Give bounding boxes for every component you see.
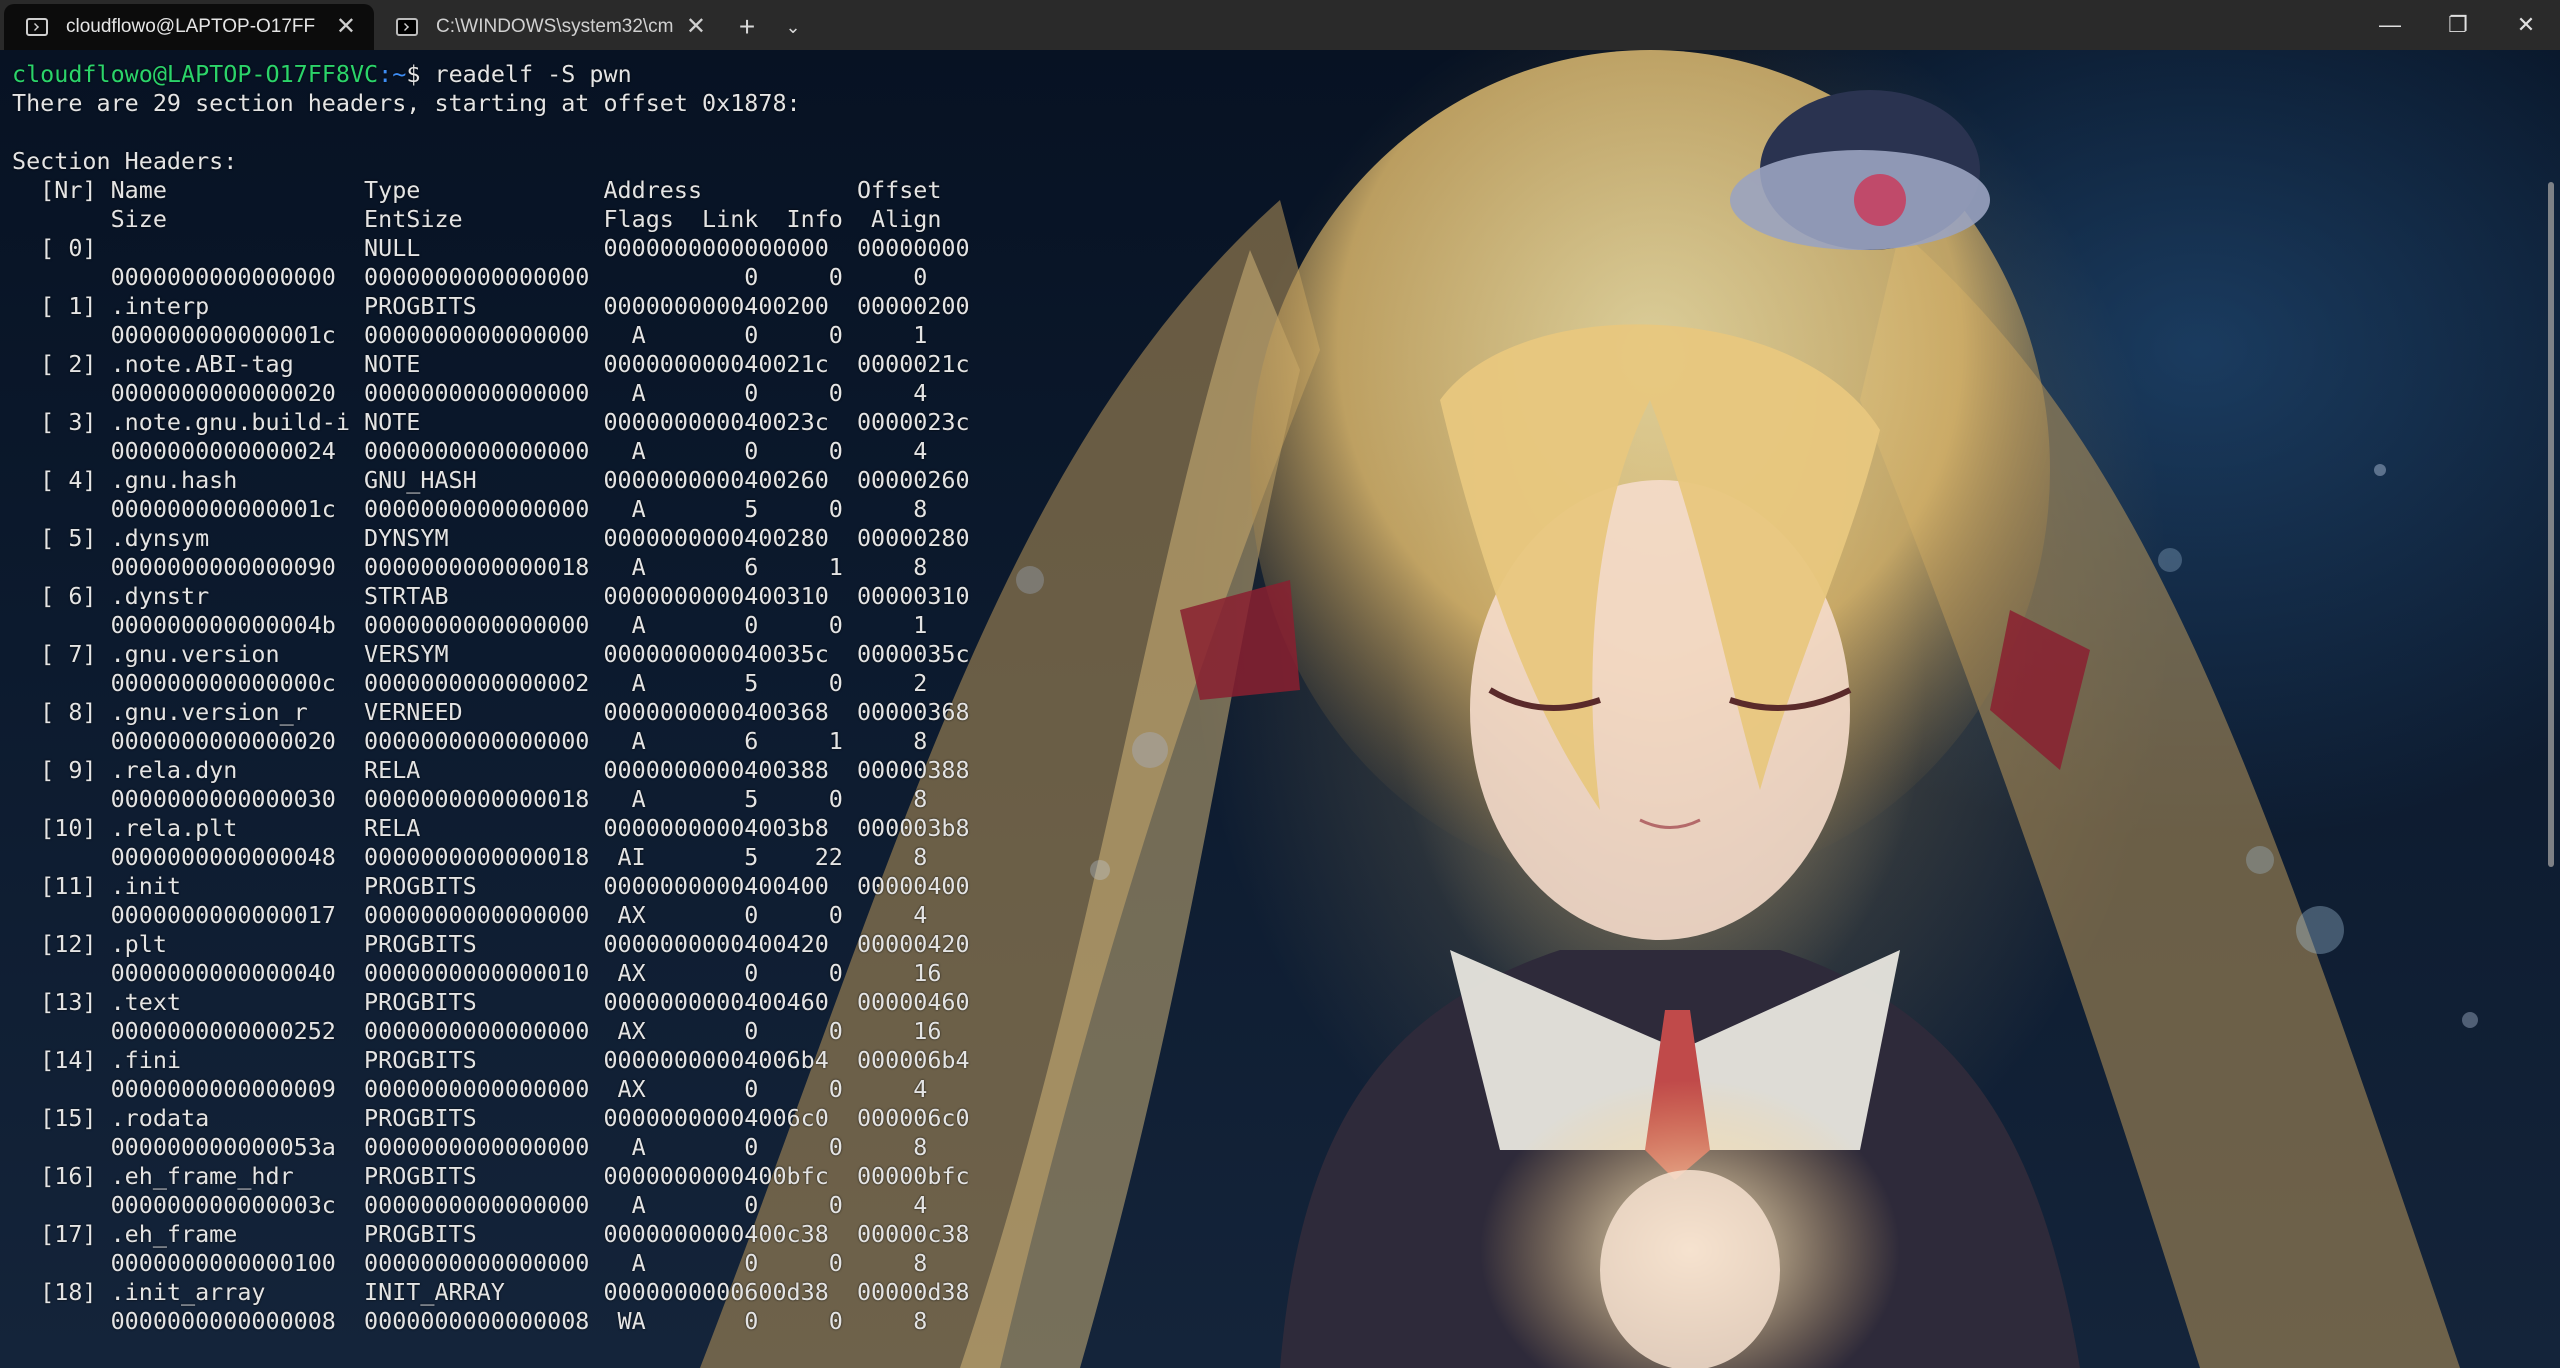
output-line: [ 8] .gnu.version_r VERNEED 000000000040… bbox=[12, 698, 970, 726]
output-line: Section Headers: bbox=[12, 147, 238, 175]
output-line: [ 2] .note.ABI-tag NOTE 000000000040021c… bbox=[12, 350, 970, 378]
output-line: 0000000000000017 0000000000000000 AX 0 0… bbox=[12, 901, 928, 929]
output-line: [18] .init_array INIT_ARRAY 000000000060… bbox=[12, 1278, 970, 1306]
cmd-icon bbox=[396, 18, 418, 36]
terminal-pane[interactable]: cloudflowo@LAPTOP-O17FF8VC:~$ readelf -S… bbox=[0, 50, 2560, 1368]
prompt-path: :~ bbox=[378, 60, 407, 88]
output-line: [12] .plt PROGBITS 0000000000400420 0000… bbox=[12, 930, 970, 958]
output-line: 0000000000000252 0000000000000000 AX 0 0… bbox=[12, 1017, 942, 1045]
output-line: 000000000000001c 0000000000000000 A 0 0 … bbox=[12, 321, 928, 349]
output-line: [ 9] .rela.dyn RELA 0000000000400388 000… bbox=[12, 756, 970, 784]
prompt-user: cloudflowo@LAPTOP-O17FF8VC bbox=[12, 60, 379, 88]
output-line: [ 4] .gnu.hash GNU_HASH 0000000000400260… bbox=[12, 466, 970, 494]
output-line: 0000000000000009 0000000000000000 AX 0 0… bbox=[12, 1075, 928, 1103]
output-line: 0000000000000008 0000000000000008 WA 0 0… bbox=[12, 1307, 928, 1335]
output-line: 0000000000000048 0000000000000018 AI 5 2… bbox=[12, 843, 928, 871]
terminal-output: cloudflowo@LAPTOP-O17FF8VC:~$ readelf -S… bbox=[12, 60, 970, 1336]
close-icon[interactable]: ✕ bbox=[336, 15, 356, 39]
window-close-button[interactable]: ✕ bbox=[2492, 0, 2560, 50]
output-line: 000000000000053a 0000000000000000 A 0 0 … bbox=[12, 1133, 928, 1161]
output-line: [11] .init PROGBITS 0000000000400400 000… bbox=[12, 872, 970, 900]
output-line: 0000000000000020 0000000000000000 A 6 1 … bbox=[12, 727, 928, 755]
command-text: readelf -S pwn bbox=[434, 60, 632, 88]
output-line: 000000000000004b 0000000000000000 A 0 0 … bbox=[12, 611, 928, 639]
output-line: 0000000000000000 0000000000000000 0 0 0 bbox=[12, 263, 928, 291]
output-line: [ 6] .dynstr STRTAB 0000000000400310 000… bbox=[12, 582, 970, 610]
output-line: 0000000000000024 0000000000000000 A 0 0 … bbox=[12, 437, 928, 465]
output-line: There are 29 section headers, starting a… bbox=[12, 89, 801, 117]
tab-cmd[interactable]: C:\WINDOWS\system32\cmd ✕ bbox=[374, 4, 724, 50]
output-line: 0000000000000090 0000000000000018 A 6 1 … bbox=[12, 553, 928, 581]
tab-dropdown-button[interactable]: ⌄ bbox=[770, 4, 816, 50]
output-line: [17] .eh_frame PROGBITS 0000000000400c38… bbox=[12, 1220, 970, 1248]
prompt-line: cloudflowo@LAPTOP-O17FF8VC:~$ readelf -S… bbox=[12, 60, 970, 89]
maximize-button[interactable]: ❐ bbox=[2424, 0, 2492, 50]
scrollbar[interactable] bbox=[2548, 182, 2554, 867]
output-line: 000000000000001c 0000000000000000 A 5 0 … bbox=[12, 495, 928, 523]
prompt-symbol: $ bbox=[406, 60, 435, 88]
output-line: [ 7] .gnu.version VERSYM 000000000040035… bbox=[12, 640, 970, 668]
new-tab-button[interactable]: + bbox=[724, 4, 770, 50]
output-line: [13] .text PROGBITS 0000000000400460 000… bbox=[12, 988, 970, 1016]
window-controls: — ❐ ✕ bbox=[2356, 0, 2560, 50]
output-line: [Nr] Name Type Address Offset bbox=[12, 176, 942, 204]
close-icon[interactable]: ✕ bbox=[686, 15, 706, 39]
tab-title: cloudflowo@LAPTOP-O17FF bbox=[66, 16, 316, 37]
output-line: [ 3] .note.gnu.build-i NOTE 000000000040… bbox=[12, 408, 970, 436]
output-line: [16] .eh_frame_hdr PROGBITS 000000000040… bbox=[12, 1162, 970, 1190]
tab-linux-terminal[interactable]: cloudflowo@LAPTOP-O17FF ✕ bbox=[4, 4, 374, 50]
output-line: 0000000000000100 0000000000000000 A 0 0 … bbox=[12, 1249, 928, 1277]
output-line: [14] .fini PROGBITS 00000000004006b4 000… bbox=[12, 1046, 970, 1074]
output-line: [ 1] .interp PROGBITS 0000000000400200 0… bbox=[12, 292, 970, 320]
linux-terminal-icon bbox=[26, 18, 48, 36]
minimize-button[interactable]: — bbox=[2356, 0, 2424, 50]
output-line: Size EntSize Flags Link Info Align bbox=[12, 205, 942, 233]
output-line: [ 5] .dynsym DYNSYM 0000000000400280 000… bbox=[12, 524, 970, 552]
output-line: [ 0] NULL 0000000000000000 00000000 bbox=[12, 234, 970, 262]
output-lines: There are 29 section headers, starting a… bbox=[12, 89, 970, 1336]
output-line: 0000000000000040 0000000000000010 AX 0 0… bbox=[12, 959, 942, 987]
output-line: 000000000000000c 0000000000000002 A 5 0 … bbox=[12, 669, 928, 697]
output-line: 0000000000000030 0000000000000018 A 5 0 … bbox=[12, 785, 928, 813]
output-line: [15] .rodata PROGBITS 00000000004006c0 0… bbox=[12, 1104, 970, 1132]
tab-title: C:\WINDOWS\system32\cmd bbox=[436, 16, 674, 37]
title-bar: cloudflowo@LAPTOP-O17FF ✕ C:\WINDOWS\sys… bbox=[0, 0, 2560, 50]
output-line: 0000000000000020 0000000000000000 A 0 0 … bbox=[12, 379, 928, 407]
output-line: [10] .rela.plt RELA 00000000004003b8 000… bbox=[12, 814, 970, 842]
output-line: 000000000000003c 0000000000000000 A 0 0 … bbox=[12, 1191, 928, 1219]
